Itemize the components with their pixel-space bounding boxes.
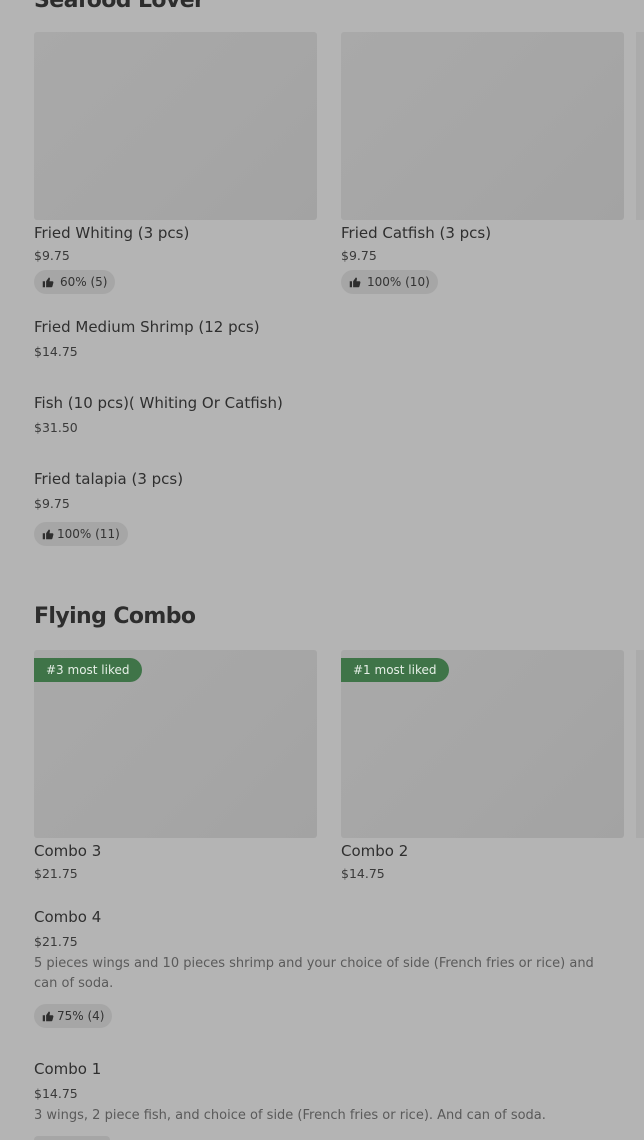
item-price: $31.50 — [34, 420, 78, 435]
section-title-flying-combo: Flying Combo — [34, 604, 196, 629]
rating-text: 100% (11) — [57, 527, 120, 541]
rating-pill: 100% (10) — [341, 270, 438, 294]
thumbs-up-icon — [42, 276, 54, 288]
most-liked-badge: #3 most liked — [34, 658, 142, 682]
list-item-combo-4[interactable]: Combo 4 $21.75 5 pieces wings and 10 pie… — [34, 908, 624, 1032]
list-item-fried-medium-shrimp[interactable]: Fried Medium Shrimp (12 pcs) $14.75 — [34, 318, 624, 368]
item-name: Fried Catfish (3 pcs) — [341, 224, 492, 242]
rating-pill: 60% (5) — [34, 270, 116, 294]
menu-card-fried-catfish[interactable] — [341, 32, 624, 220]
rating-pill: 100% (11) — [34, 522, 128, 546]
item-name: Combo 1 — [34, 1060, 102, 1078]
item-description: 5 pieces wings and 10 pieces shrimp and … — [34, 956, 594, 991]
item-name: Combo 3 — [34, 842, 102, 860]
item-name: Combo 2 — [341, 842, 409, 860]
rating-text: 75% (4) — [57, 1009, 105, 1023]
list-item-combo-1[interactable]: Combo 1 $14.75 3 wings, 2 piece fish, an… — [34, 1060, 624, 1140]
item-price: $21.75 — [34, 934, 78, 949]
rating-text: 100% (10) — [367, 275, 430, 289]
item-description: 3 wings, 2 piece fish, and choice of sid… — [34, 1108, 546, 1123]
thumbs-up-icon — [349, 276, 361, 288]
item-price: $14.75 — [34, 1086, 78, 1101]
menu-card-combo-3[interactable]: #3 most liked — [34, 650, 317, 838]
item-name: Fried Medium Shrimp (12 pcs) — [34, 318, 260, 336]
list-item-fish-10-pcs[interactable]: Fish (10 pcs)( Whiting Or Catfish) $31.5… — [34, 394, 624, 444]
item-price: $9.75 — [341, 248, 377, 263]
item-price: $21.75 — [34, 866, 78, 881]
item-price: $14.75 — [341, 866, 385, 881]
next-card-peek — [636, 32, 644, 220]
thumbs-up-icon — [42, 1010, 54, 1022]
menu-card-combo-2[interactable]: #1 most liked — [341, 650, 624, 838]
thumbs-up-icon — [42, 528, 54, 540]
list-item-fried-talapia[interactable]: Fried talapia (3 pcs) $9.75 100% (11) — [34, 470, 624, 550]
item-price: $14.75 — [34, 344, 78, 359]
item-name: Combo 4 — [34, 908, 102, 926]
menu-card-fried-whiting[interactable] — [34, 32, 317, 220]
item-name: Fried talapia (3 pcs) — [34, 470, 184, 488]
item-name: Fish (10 pcs)( Whiting Or Catfish) — [34, 394, 283, 412]
item-price: $9.75 — [34, 496, 70, 511]
section-title-seafood-lover: Seafood Lover — [34, 0, 205, 13]
rating-pill: 75% (4) — [34, 1004, 113, 1028]
rating-text: 60% (5) — [60, 275, 108, 289]
item-image — [341, 32, 624, 220]
item-name: Fried Whiting (3 pcs) — [34, 224, 190, 242]
rating-pill — [34, 1136, 110, 1140]
most-liked-badge: #1 most liked — [341, 658, 449, 682]
next-card-peek — [636, 650, 644, 838]
item-price: $9.75 — [34, 248, 70, 263]
item-image — [34, 32, 317, 220]
